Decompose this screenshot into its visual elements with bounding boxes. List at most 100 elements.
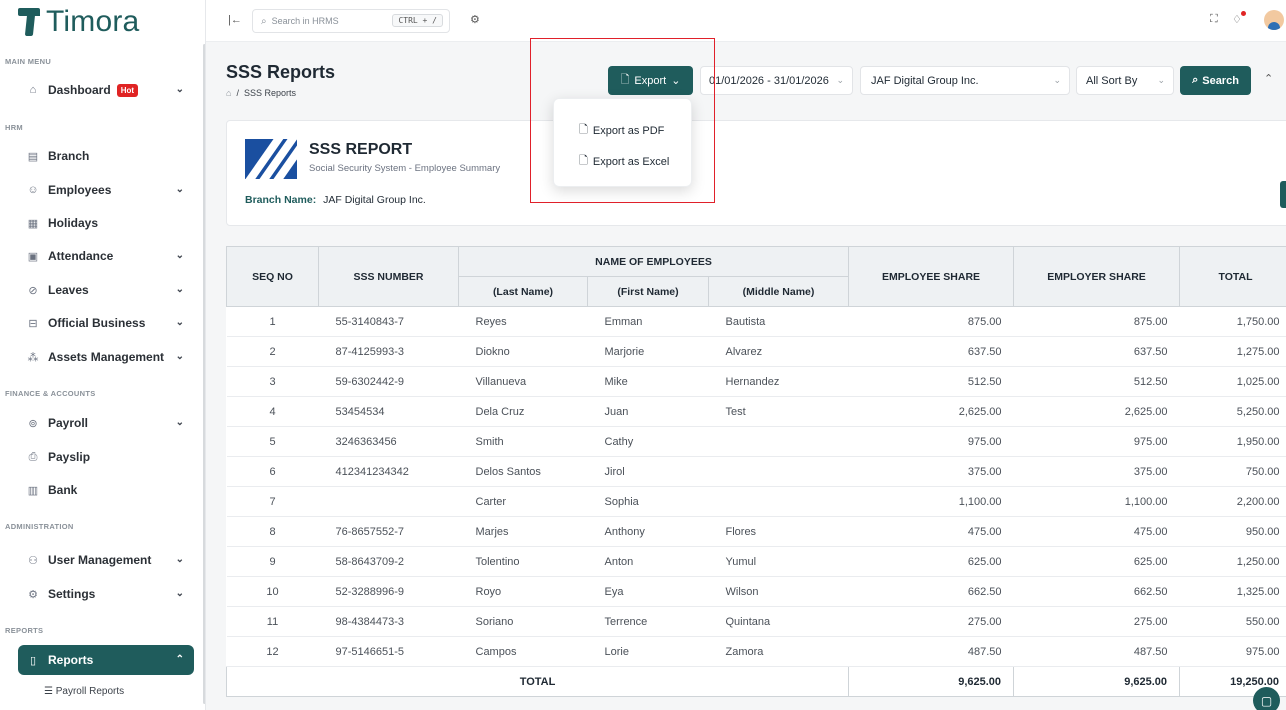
- table-row[interactable]: 5 3246363456 Smith Cathy 975.00 975.00 1,950.0…: [226, 426, 1286, 457]
- branch-select-value: JAF Digital Group Inc.: [871, 74, 979, 87]
- building-icon: ▤: [27, 150, 39, 163]
- leaf-icon: ⊘: [28, 284, 38, 297]
- cell-first-name: Mike: [587, 366, 709, 397]
- cell-last-name: Diokno: [458, 336, 588, 367]
- cell-middle-name: Flores: [708, 516, 849, 547]
- sidebar-scrollbar[interactable]: [203, 44, 205, 704]
- sidebar-item-employees[interactable]: ☺ Employees ⌄: [18, 175, 194, 205]
- sidebar-item-leaves[interactable]: ⊘ Leaves ⌄: [18, 275, 194, 305]
- chevron-down-icon: ⌄: [175, 417, 184, 428]
- cell-last-name: Reyes: [458, 306, 588, 337]
- sidebar-item-bank[interactable]: ▥ Bank: [18, 475, 194, 505]
- sidebar-item-user-management[interactable]: ⚇ User Management ⌄: [18, 545, 194, 575]
- file-icon: ▯: [29, 654, 37, 667]
- cell-employee-share: 975.00: [848, 426, 1014, 457]
- header-seq-no: SEQ NO: [226, 246, 319, 307]
- fullscreen-icon[interactable]: ⛶: [1210, 13, 1218, 26]
- sidebar-item-label: Settings: [48, 587, 96, 601]
- cell-seq-no: 5: [226, 426, 319, 457]
- table-row[interactable]: 3 59-6302442-9 Villanueva Mike Hernandez 512.…: [226, 366, 1286, 397]
- cell-sss-number: 53454534: [318, 396, 459, 427]
- table-row[interactable]: 8 76-8657552-7 Marjes Anthony Flores 475.00 47…: [226, 516, 1286, 547]
- cell-last-name: Dela Cruz: [458, 396, 588, 427]
- table-body: 1 55-3140843-7 Reyes Emman Bautista 875.00 875…: [226, 306, 1286, 667]
- search-button[interactable]: ⌕ Search: [1180, 66, 1251, 95]
- date-range-select[interactable]: 01/01/2026 - 31/01/2026 ⌄: [700, 66, 853, 95]
- table-row[interactable]: 1 55-3140843-7 Reyes Emman Bautista 875.00 875…: [226, 306, 1286, 337]
- table-row[interactable]: 11 98-4384473-3 Soriano Terrence Quintana 275…: [226, 606, 1286, 637]
- cell-total: 750.00: [1179, 456, 1286, 487]
- cell-total: 2,200.00: [1179, 486, 1286, 517]
- cell-last-name: Delos Santos: [458, 456, 588, 487]
- cell-total: 1,750.00: [1179, 306, 1286, 337]
- briefcase-icon: ⊟: [28, 317, 38, 330]
- cell-first-name: Juan: [587, 396, 709, 427]
- sidebar-item-payroll[interactable]: ⊚ Payroll ⌄: [18, 408, 194, 438]
- cell-employer-share: 625.00: [1013, 546, 1180, 577]
- sort-select-value: All Sort By: [1086, 74, 1138, 87]
- home-icon[interactable]: ⌂: [226, 88, 231, 98]
- settings-icon[interactable]: ⚙: [470, 13, 480, 26]
- bell-icon[interactable]: ♢: [1232, 13, 1242, 26]
- sidebar-item-payslip[interactable]: ⎙ Payslip: [18, 442, 194, 472]
- cell-seq-no: 11: [226, 606, 319, 637]
- branch-name-line: Branch Name: JAF Digital Group Inc.: [245, 194, 426, 206]
- cell-sss-number: 3246363456: [318, 426, 459, 457]
- section-label-finance: FINANCE & ACCOUNTS: [5, 389, 96, 398]
- cell-total: 950.00: [1179, 516, 1286, 547]
- collapse-up-icon[interactable]: ⌃: [1264, 72, 1273, 85]
- table-row[interactable]: 4 53454534 Dela Cruz Juan Test 2,625.00 2,625.…: [226, 396, 1286, 427]
- cell-seq-no: 7: [226, 486, 319, 517]
- cell-first-name: Jirol: [587, 456, 709, 487]
- sidebar-item-official-business[interactable]: ⊟ Official Business ⌄: [18, 308, 194, 338]
- chevron-down-icon: ⌄: [175, 250, 184, 261]
- cell-first-name: Anton: [587, 546, 709, 577]
- header-first-name: (First Name): [587, 276, 709, 307]
- cell-middle-name: [708, 426, 849, 457]
- sidebar-item-holidays[interactable]: ▦ Holidays: [18, 208, 194, 238]
- sidebar-item-assets[interactable]: ⁂ Assets Management ⌄: [18, 342, 194, 372]
- table-row[interactable]: 10 52-3288996-9 Royo Eya Wilson 662.50 662.50 1…: [226, 576, 1286, 607]
- brand-name: Timora: [46, 5, 140, 38]
- sort-select[interactable]: All Sort By ⌄: [1076, 66, 1174, 95]
- page-title: SSS Reports: [226, 62, 336, 82]
- side-action-button[interactable]: [1280, 181, 1286, 208]
- brand-logo[interactable]: Timora: [0, 0, 205, 44]
- cell-middle-name: [708, 456, 849, 487]
- cell-total: 1,950.00: [1179, 426, 1286, 457]
- cell-employee-share: 875.00: [848, 306, 1014, 337]
- sidebar-item-attendance[interactable]: ▣ Attendance ⌄: [18, 241, 194, 271]
- search-input[interactable]: ⌕ Search in HRMS CTRL + /: [252, 9, 450, 33]
- table-row[interactable]: 2 87-4125993-3 Diokno Marjorie Alvarez 637.50…: [226, 336, 1286, 367]
- cell-first-name: Marjorie: [587, 336, 709, 367]
- sidebar-item-settings[interactable]: ⚙ Settings ⌄: [18, 579, 194, 609]
- table-row[interactable]: 12 97-5146651-5 Campos Lorie Zamora 487.50 487…: [226, 636, 1286, 667]
- cell-employee-share: 375.00: [848, 456, 1014, 487]
- breadcrumb-current: SSS Reports: [243, 88, 296, 98]
- table-row[interactable]: 7 Carter Sophia 1,100.00 1,100.00 2,200.00: [226, 486, 1286, 517]
- cell-middle-name: Wilson: [708, 576, 849, 607]
- search-button-label: Search: [1202, 74, 1239, 87]
- table-row[interactable]: 9 58-8643709-2 Tolentino Anton Yumul 625.00 62…: [226, 546, 1286, 577]
- sidebar-item-branch[interactable]: ▤ Branch: [18, 141, 194, 171]
- cell-sss-number: 52-3288996-9: [318, 576, 459, 607]
- cell-employee-share: 1,100.00: [848, 486, 1014, 517]
- cell-last-name: Campos: [458, 636, 588, 667]
- sidebar-subitem-payroll-reports[interactable]: ☰ Payroll Reports: [44, 686, 124, 697]
- collapse-sidebar-icon[interactable]: |←: [228, 14, 242, 26]
- avatar[interactable]: [1264, 10, 1284, 30]
- cell-sss-number: 412341234342: [318, 456, 459, 487]
- cell-seq-no: 3: [226, 366, 319, 397]
- sidebar-item-label: Reports: [48, 653, 94, 667]
- cell-employer-share: 875.00: [1013, 306, 1180, 337]
- cell-sss-number: 76-8657552-7: [318, 516, 459, 547]
- cell-first-name: Cathy: [587, 426, 709, 457]
- chat-icon[interactable]: ▢: [1253, 687, 1280, 710]
- logo-icon: [18, 8, 40, 36]
- cell-employer-share: 475.00: [1013, 516, 1180, 547]
- sidebar-item-dashboard[interactable]: ⌂ Dashboard Hot ⌄: [18, 75, 194, 105]
- sss-logo: [245, 139, 297, 179]
- table-row[interactable]: 6 412341234342 Delos Santos Jirol 375.00 375.…: [226, 456, 1286, 487]
- branch-select[interactable]: JAF Digital Group Inc. ⌄: [860, 66, 1070, 95]
- sidebar-item-reports[interactable]: ▯ Reports ⌃: [18, 645, 194, 675]
